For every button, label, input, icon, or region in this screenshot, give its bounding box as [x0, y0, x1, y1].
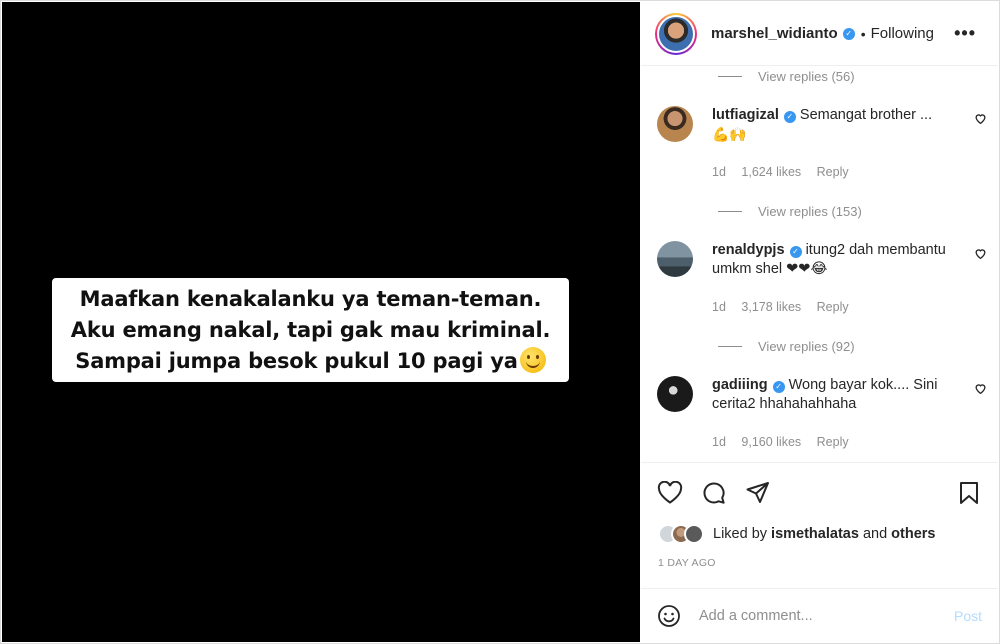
- commenter-username[interactable]: lutfiagizal: [712, 107, 779, 123]
- view-replies-label: View replies (56): [758, 69, 855, 84]
- header-separator: •: [860, 25, 866, 42]
- add-comment-bar: Post: [641, 588, 998, 642]
- author-username[interactable]: marshel_widianto: [711, 25, 838, 42]
- author-avatar-image: [657, 14, 695, 53]
- commenter-avatar[interactable]: [657, 106, 693, 142]
- comment-item: gadiiing ✓ Wong bayar kok.... Sini cerita…: [657, 376, 987, 456]
- comments-list: View replies (56) lutfiagizal ✓ Semangat …: [641, 66, 998, 462]
- commenter-username[interactable]: gadiiing: [712, 377, 768, 393]
- comment-reply-button[interactable]: Reply: [817, 165, 849, 179]
- liked-by-prefix: Liked by: [713, 526, 768, 542]
- liked-by-others-link[interactable]: others: [891, 526, 935, 542]
- view-replies-button[interactable]: View replies (153): [718, 204, 862, 219]
- replies-divider-line: [718, 346, 742, 347]
- image-text-line-3: Sampai jumpa besok pukul 10 pagi ya: [75, 346, 546, 377]
- post-timestamp[interactable]: 1 DAY AGO: [658, 557, 716, 569]
- comment-reply-button[interactable]: Reply: [817, 300, 849, 314]
- comment-emoji: 💪🙌: [712, 126, 747, 142]
- smiling-face-emoji-icon: [519, 346, 546, 373]
- comment-meta: 1d 9,160 likes Reply: [712, 435, 861, 449]
- verified-badge-icon: ✓: [772, 381, 785, 393]
- view-replies-button[interactable]: View replies (56): [718, 69, 855, 84]
- verified-badge-icon: ✓: [789, 246, 802, 258]
- liker-avatar: [684, 524, 704, 544]
- view-replies-label: View replies (92): [758, 339, 855, 354]
- commenter-avatar[interactable]: [657, 241, 693, 277]
- comment-likes[interactable]: 3,178 likes: [741, 300, 801, 314]
- liked-by-row: Liked by ismethalatas and others: [658, 524, 936, 544]
- commenter-avatar[interactable]: [657, 376, 693, 412]
- comment-likes[interactable]: 1,624 likes: [741, 165, 801, 179]
- liked-by-username[interactable]: ismethalatas: [771, 526, 859, 542]
- share-paper-plane-icon[interactable]: [745, 481, 771, 505]
- view-replies-label: View replies (153): [758, 204, 862, 219]
- verified-badge-icon: ✓: [842, 27, 855, 40]
- emoji-picker-icon[interactable]: [657, 604, 681, 628]
- author-avatar[interactable]: [655, 12, 697, 55]
- following-button[interactable]: Following: [871, 25, 934, 42]
- comment-emoji: ❤❤😂: [786, 261, 828, 277]
- post-header: marshel_widianto ✓ • Following •••: [641, 2, 998, 66]
- comment-body: gadiiing ✓ Wong bayar kok.... Sini cerita…: [712, 376, 952, 414]
- comment-bubble-icon[interactable]: [701, 481, 727, 505]
- comment-input[interactable]: [699, 607, 954, 624]
- comment-age: 1d: [712, 300, 726, 314]
- view-replies-button[interactable]: View replies (92): [718, 339, 855, 354]
- comment-likes[interactable]: 9,160 likes: [741, 435, 801, 449]
- like-heart-icon[interactable]: [657, 481, 683, 505]
- liked-by-avatars: [658, 524, 704, 544]
- image-text-line-1: Maafkan kenakalanku ya teman-teman.: [79, 286, 542, 311]
- comment-reply-button[interactable]: Reply: [817, 435, 849, 449]
- comment-age: 1d: [712, 435, 726, 449]
- comment-age: 1d: [712, 165, 726, 179]
- replies-divider-line: [718, 211, 742, 212]
- comment-body: renaldypjs ✓ itung2 dah membantu umkm she…: [712, 241, 952, 279]
- post-comment-button[interactable]: Post: [954, 608, 982, 624]
- comment-meta: 1d 3,178 likes Reply: [712, 300, 861, 314]
- action-icons-row: [657, 481, 771, 505]
- comments-panel: marshel_widianto ✓ • Following ••• View …: [641, 2, 998, 642]
- comment-item: renaldypjs ✓ itung2 dah membantu umkm she…: [657, 241, 987, 321]
- image-text-line-2: Aku emang nakal, tapi gak mau kriminal.: [70, 317, 551, 342]
- post-actions: Liked by ismethalatas and others 1 DAY A…: [641, 462, 998, 588]
- post-image[interactable]: Maafkan kenakalanku ya teman-teman. Aku …: [2, 2, 640, 642]
- comment-like-heart-icon[interactable]: [974, 247, 987, 260]
- comment-item: lutfiagizal ✓ Semangat brother ... 💪🙌 1d …: [657, 106, 987, 186]
- commenter-username[interactable]: renaldypjs: [712, 242, 785, 258]
- bookmark-icon[interactable]: [958, 481, 980, 505]
- liked-by-and: and: [862, 526, 888, 542]
- replies-divider-line: [718, 76, 742, 77]
- comment-like-heart-icon[interactable]: [974, 112, 987, 125]
- image-text-line-3-text: Sampai jumpa besok pukul 10 pagi ya: [75, 348, 518, 373]
- comment-text: Semangat brother ...: [799, 107, 933, 123]
- image-text-box: Maafkan kenakalanku ya teman-teman. Aku …: [52, 278, 569, 382]
- comment-meta: 1d 1,624 likes Reply: [712, 165, 861, 179]
- comment-like-heart-icon[interactable]: [974, 382, 987, 395]
- more-options-icon[interactable]: •••: [954, 23, 976, 44]
- comment-body: lutfiagizal ✓ Semangat brother ... 💪🙌: [712, 106, 952, 145]
- verified-badge-icon: ✓: [783, 111, 796, 123]
